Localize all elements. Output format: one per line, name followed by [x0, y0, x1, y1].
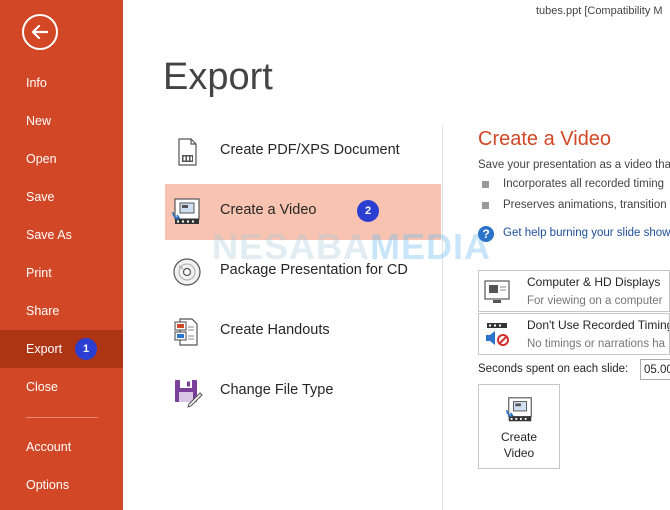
nav-label: Options	[26, 478, 70, 492]
bullet-icon	[482, 181, 489, 188]
step-badge: 2	[357, 200, 379, 222]
video-icon	[506, 397, 532, 422]
detail-title: Create a Video	[478, 128, 612, 150]
nav-new[interactable]: New	[0, 102, 123, 140]
dropdown-subtitle: No timings or narrations ha	[527, 338, 666, 350]
nav-print[interactable]: Print	[0, 254, 123, 292]
nav-label: New	[26, 114, 52, 128]
nav-label: Info	[26, 76, 47, 90]
video-icon	[172, 198, 200, 224]
change-file-type-icon	[175, 380, 203, 408]
dropdown-subtitle: For viewing on a computer	[527, 295, 663, 307]
create-video-button[interactable]: Create Video	[478, 384, 560, 469]
option-change-file-type[interactable]: Change File Type	[165, 364, 441, 420]
nav-label: Close	[26, 380, 58, 394]
window-title: tubes.ppt [Compatibility M	[536, 5, 663, 17]
dropdown-title: Computer & HD Displays	[527, 275, 661, 289]
nav-save[interactable]: Save	[0, 178, 123, 216]
nav-label: Account	[26, 440, 72, 454]
nav-label: Share	[26, 304, 60, 318]
nav-label: Print	[26, 266, 52, 280]
nav-label: Save As	[26, 228, 72, 242]
step-badge: 1	[75, 338, 97, 360]
back-arrow-icon	[31, 24, 49, 40]
nav-share[interactable]: Share	[0, 292, 123, 330]
nav-account[interactable]: Account	[0, 428, 123, 466]
nav-info[interactable]: Info	[0, 64, 123, 102]
nav-export[interactable]: Export 1	[0, 330, 123, 368]
cd-icon	[173, 258, 201, 286]
handouts-icon	[174, 318, 198, 346]
pdf-document-icon	[178, 138, 197, 166]
nav-divider	[26, 417, 98, 418]
back-button[interactable]	[22, 14, 58, 50]
seconds-per-slide-input[interactable]	[640, 359, 670, 380]
recorded-timings-dropdown[interactable]: Don't Use Recorded Timing No timings or …	[478, 313, 670, 355]
watermark: NESABAMEDIA	[212, 226, 491, 268]
option-create-handouts[interactable]: Create Handouts	[165, 304, 441, 360]
no-timing-icon	[486, 323, 509, 346]
nav-label: Export	[26, 342, 63, 356]
nav-options[interactable]: Options	[0, 466, 123, 504]
watermark-part1: NESABA	[212, 226, 371, 267]
backstage-sidebar: Info New Open Save Save As Print Share E…	[0, 0, 123, 510]
monitor-icon	[484, 280, 510, 303]
help-icon[interactable]: ?	[478, 226, 494, 242]
option-label: Create PDF/XPS Document	[220, 142, 400, 158]
help-link[interactable]: Get help burning your slide show	[503, 227, 670, 239]
seconds-label: Seconds spent on each slide:	[478, 363, 629, 375]
video-quality-dropdown[interactable]: Computer & HD Displays For viewing on a …	[478, 270, 670, 312]
bullet-text: Incorporates all recorded timing	[503, 178, 665, 190]
nav-save-as[interactable]: Save As	[0, 216, 123, 254]
page-title: Export	[163, 56, 273, 98]
panel-divider	[442, 126, 443, 510]
option-create-pdf-xps[interactable]: Create PDF/XPS Document	[165, 124, 441, 180]
bullet-text: Preserves animations, transition	[503, 199, 667, 211]
option-label: Create Handouts	[220, 322, 330, 338]
watermark-part2: MEDIA	[370, 226, 492, 267]
nav-open[interactable]: Open	[0, 140, 123, 178]
create-video-label: Create Video	[500, 430, 538, 460]
nav-label: Save	[26, 190, 55, 204]
nav-close[interactable]: Close	[0, 368, 123, 406]
dropdown-title: Don't Use Recorded Timing	[527, 318, 670, 332]
detail-description: Save your presentation as a video tha	[478, 159, 670, 171]
option-label: Change File Type	[220, 382, 334, 398]
option-label: Create a Video	[220, 202, 317, 218]
bullet-icon	[482, 202, 489, 209]
nav-label: Open	[26, 152, 57, 166]
